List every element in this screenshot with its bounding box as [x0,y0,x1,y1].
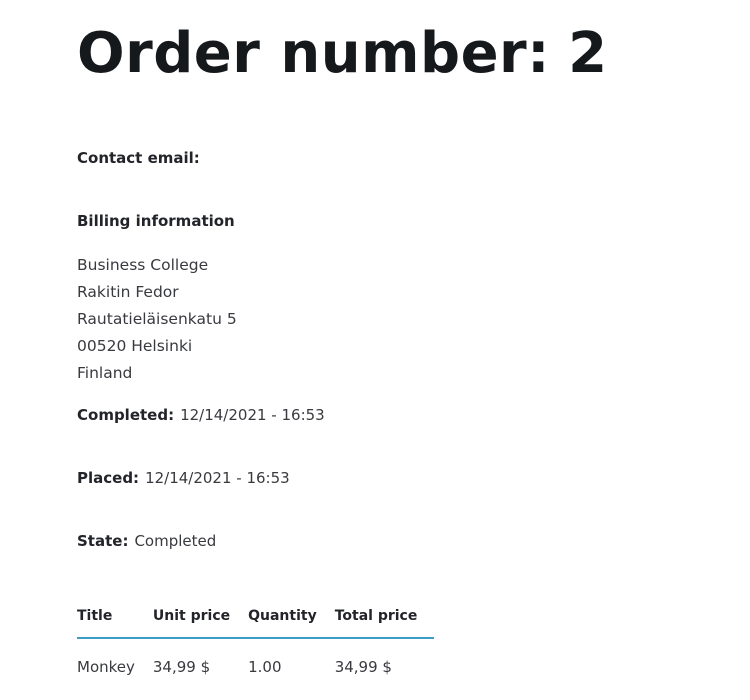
placed-row: Placed: 12/14/2021 - 16:53 [77,468,290,488]
column-header-quantity: Quantity [248,600,335,639]
contact-email-label: Contact email: [77,149,200,167]
table-row: Monkey 34,99 $ 1.00 34,99 $ [77,638,434,676]
billing-street: Rautatieläisenkatu 5 [77,310,237,328]
billing-postal-city: 00520 Helsinki [77,337,193,355]
item-title: Monkey [77,658,135,676]
billing-information-heading: Billing information [77,212,235,230]
item-total-price: 34,99 $ [334,658,392,676]
completed-value: 12/14/2021 - 16:53 [180,406,325,424]
column-header-unit-price: Unit price [152,600,249,639]
billing-name: Rakitin Fedor [77,283,179,301]
billing-organization: Business College [77,256,209,274]
state-label: State: [77,532,129,550]
item-quantity: 1.00 [248,658,282,676]
contact-email-row: Contact email: [77,148,206,168]
item-unit-price: 34,99 $ [152,658,211,676]
billing-country: Finland [77,364,133,382]
state-value: Completed [134,532,217,550]
completed-label: Completed: [77,406,175,424]
billing-address: Business College Rakitin Fedor Rautatiel… [77,252,237,387]
table-header-row: Title Unit price Quantity Total price [77,600,435,639]
page-title: Order number: 2 [77,22,608,86]
column-header-title: Title [77,600,153,639]
order-number-label: Order number: [77,21,551,86]
placed-value: 12/14/2021 - 16:53 [145,469,290,487]
placed-label: Placed: [77,469,140,487]
completed-row: Completed: 12/14/2021 - 16:53 [77,405,325,425]
column-header-total-price: Total price [334,600,435,639]
order-number-value: 2 [568,21,608,86]
order-items-table: Title Unit price Quantity Total price Mo… [77,600,435,676]
state-row: State: Completed [77,531,216,551]
